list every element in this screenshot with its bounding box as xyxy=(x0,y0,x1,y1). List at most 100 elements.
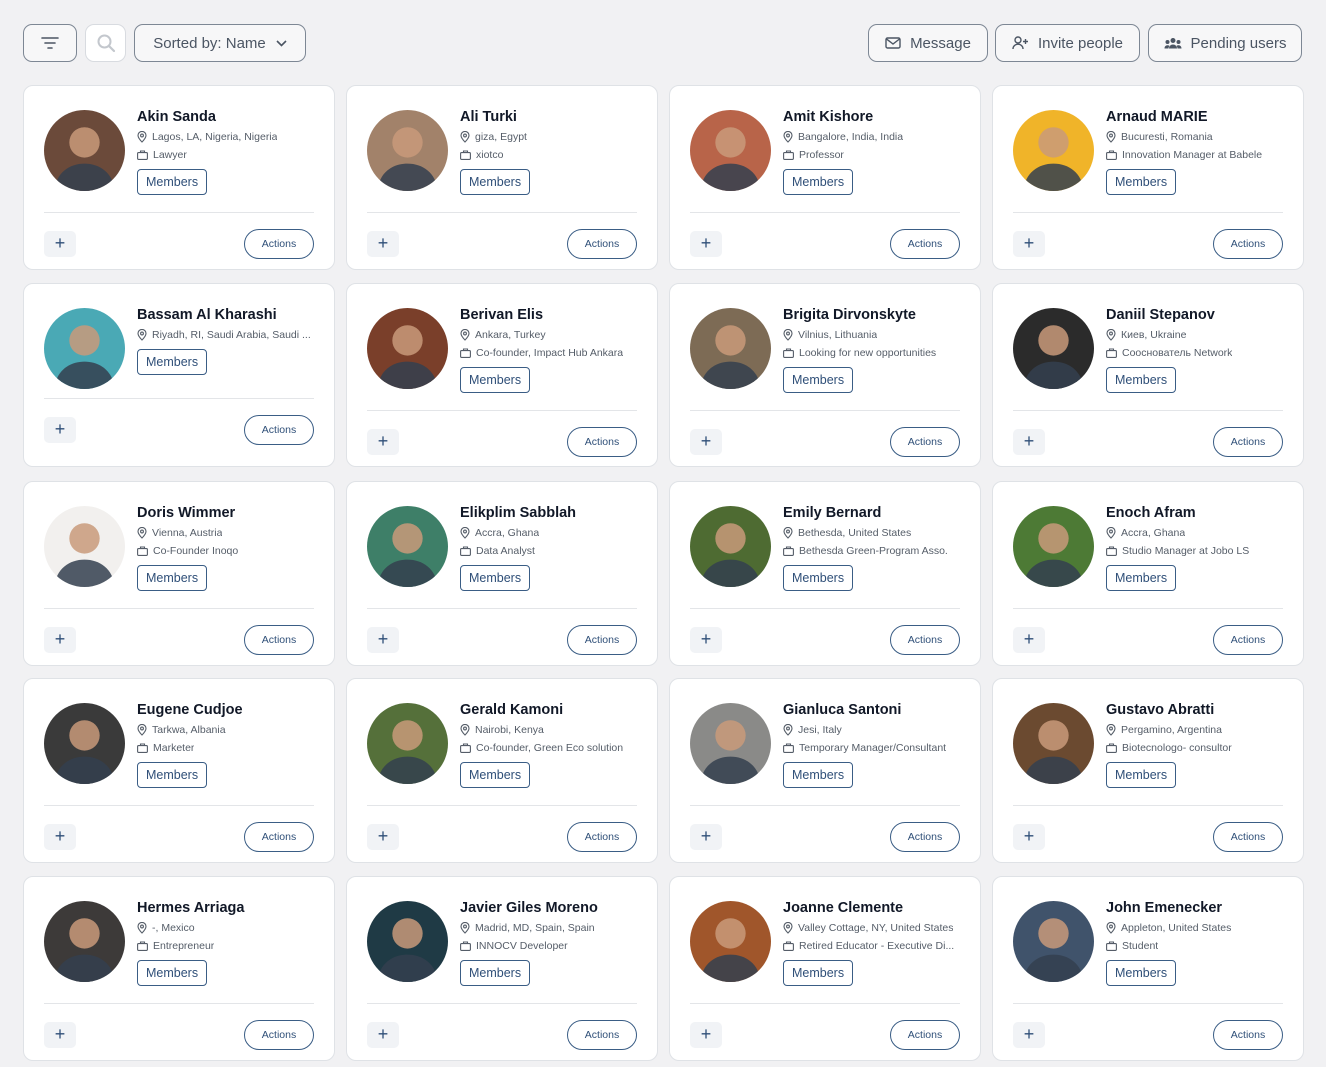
avatar[interactable] xyxy=(367,703,448,784)
member-card[interactable]: Hermes Arriaga -, Mexico Entrepreneur Membe… xyxy=(23,876,335,1061)
member-name[interactable]: Enoch Afram xyxy=(1106,504,1285,522)
actions-button[interactable]: Actions xyxy=(1213,427,1283,457)
avatar[interactable] xyxy=(367,308,448,389)
member-name[interactable]: Gerald Kamoni xyxy=(460,701,639,719)
actions-button[interactable]: Actions xyxy=(1213,229,1283,259)
actions-button[interactable]: Actions xyxy=(890,822,960,852)
members-tag[interactable]: Members xyxy=(460,565,531,591)
add-button[interactable]: + xyxy=(1013,429,1045,455)
member-name[interactable]: Arnaud MARIE xyxy=(1106,108,1285,126)
add-button[interactable]: + xyxy=(1013,824,1045,850)
actions-button[interactable]: Actions xyxy=(890,1020,960,1050)
avatar[interactable] xyxy=(690,506,771,587)
add-button[interactable]: + xyxy=(1013,231,1045,257)
members-tag[interactable]: Members xyxy=(1106,565,1177,591)
add-button[interactable]: + xyxy=(44,417,76,443)
member-card[interactable]: John Emenecker Appleton, United States Stu… xyxy=(992,876,1304,1061)
add-button[interactable]: + xyxy=(44,824,76,850)
members-tag[interactable]: Members xyxy=(137,762,208,788)
members-tag[interactable]: Members xyxy=(1106,762,1177,788)
actions-button[interactable]: Actions xyxy=(567,822,637,852)
member-name[interactable]: Akin Sanda xyxy=(137,108,316,126)
member-card[interactable]: Berivan Elis Ankara, Turkey Co-founder, Im… xyxy=(346,283,658,467)
add-button[interactable]: + xyxy=(44,1022,76,1048)
members-tag[interactable]: Members xyxy=(783,367,854,393)
avatar[interactable] xyxy=(367,110,448,191)
members-tag[interactable]: Members xyxy=(783,169,854,195)
avatar[interactable] xyxy=(1013,506,1094,587)
add-button[interactable]: + xyxy=(1013,627,1045,653)
members-tag[interactable]: Members xyxy=(783,762,854,788)
add-button[interactable]: + xyxy=(690,627,722,653)
member-card[interactable]: Javier Giles Moreno Madrid, MD, Spain, Sp… xyxy=(346,876,658,1061)
add-button[interactable]: + xyxy=(690,231,722,257)
actions-button[interactable]: Actions xyxy=(1213,625,1283,655)
members-tag[interactable]: Members xyxy=(460,960,531,986)
add-button[interactable]: + xyxy=(367,1022,399,1048)
members-tag[interactable]: Members xyxy=(137,565,208,591)
avatar[interactable] xyxy=(44,703,125,784)
avatar[interactable] xyxy=(690,901,771,982)
avatar[interactable] xyxy=(44,308,125,389)
member-card[interactable]: Akin Sanda Lagos, LA, Nigeria, Nigeria Law… xyxy=(23,85,335,270)
member-name[interactable]: Amit Kishore xyxy=(783,108,962,126)
member-card[interactable]: Doris Wimmer Vienna, Austria Co-Founder In… xyxy=(23,481,335,666)
member-card[interactable]: Gianluca Santoni Jesi, Italy Temporary Man… xyxy=(669,678,981,863)
member-name[interactable]: Berivan Elis xyxy=(460,306,639,324)
actions-button[interactable]: Actions xyxy=(244,625,314,655)
avatar[interactable] xyxy=(1013,110,1094,191)
member-name[interactable]: Ali Turki xyxy=(460,108,639,126)
member-name[interactable]: Daniil Stepanov xyxy=(1106,306,1285,324)
actions-button[interactable]: Actions xyxy=(890,427,960,457)
avatar[interactable] xyxy=(367,901,448,982)
add-button[interactable]: + xyxy=(690,824,722,850)
add-button[interactable]: + xyxy=(690,429,722,455)
invite-people-button[interactable]: Invite people xyxy=(995,24,1140,62)
member-card[interactable]: Enoch Afram Accra, Ghana Studio Manager at… xyxy=(992,481,1304,666)
add-button[interactable]: + xyxy=(367,824,399,850)
member-name[interactable]: Gianluca Santoni xyxy=(783,701,962,719)
member-name[interactable]: John Emenecker xyxy=(1106,899,1285,917)
sort-dropdown[interactable]: Sorted by: Name xyxy=(134,24,306,62)
members-tag[interactable]: Members xyxy=(460,169,531,195)
members-tag[interactable]: Members xyxy=(137,169,208,195)
members-tag[interactable]: Members xyxy=(460,367,531,393)
filter-button[interactable] xyxy=(23,24,77,62)
pending-users-button[interactable]: Pending users xyxy=(1148,24,1302,62)
avatar[interactable] xyxy=(690,703,771,784)
avatar[interactable] xyxy=(1013,308,1094,389)
member-card[interactable]: Emily Bernard Bethesda, United States Beth… xyxy=(669,481,981,666)
member-card[interactable]: Gustavo Abratti Pergamino, Argentina Biote… xyxy=(992,678,1304,863)
member-name[interactable]: Doris Wimmer xyxy=(137,504,316,522)
add-button[interactable]: + xyxy=(1013,1022,1045,1048)
add-button[interactable]: + xyxy=(367,231,399,257)
actions-button[interactable]: Actions xyxy=(890,625,960,655)
message-button[interactable]: Message xyxy=(868,24,988,62)
actions-button[interactable]: Actions xyxy=(244,415,314,445)
actions-button[interactable]: Actions xyxy=(890,229,960,259)
avatar[interactable] xyxy=(1013,901,1094,982)
member-name[interactable]: Joanne Clemente xyxy=(783,899,962,917)
actions-button[interactable]: Actions xyxy=(244,1020,314,1050)
members-tag[interactable]: Members xyxy=(783,960,854,986)
avatar[interactable] xyxy=(44,901,125,982)
member-card[interactable]: Amit Kishore Bangalore, India, India Profe… xyxy=(669,85,981,270)
member-name[interactable]: Javier Giles Moreno xyxy=(460,899,639,917)
member-name[interactable]: Hermes Arriaga xyxy=(137,899,316,917)
actions-button[interactable]: Actions xyxy=(1213,1020,1283,1050)
actions-button[interactable]: Actions xyxy=(244,822,314,852)
members-tag[interactable]: Members xyxy=(783,565,854,591)
member-name[interactable]: Eugene Cudjoe xyxy=(137,701,316,719)
members-tag[interactable]: Members xyxy=(137,960,208,986)
member-name[interactable]: Bassam Al Kharashi xyxy=(137,306,316,324)
actions-button[interactable]: Actions xyxy=(567,427,637,457)
members-tag[interactable]: Members xyxy=(1106,367,1177,393)
members-tag[interactable]: Members xyxy=(137,349,208,375)
member-card[interactable]: Elikplim Sabblah Accra, Ghana Data Analyst… xyxy=(346,481,658,666)
search-button[interactable] xyxy=(85,24,126,62)
add-button[interactable]: + xyxy=(44,231,76,257)
actions-button[interactable]: Actions xyxy=(567,625,637,655)
member-card[interactable]: Brigita Dirvonskyte Vilnius, Lithuania Loo… xyxy=(669,283,981,467)
actions-button[interactable]: Actions xyxy=(567,1020,637,1050)
avatar[interactable] xyxy=(690,308,771,389)
